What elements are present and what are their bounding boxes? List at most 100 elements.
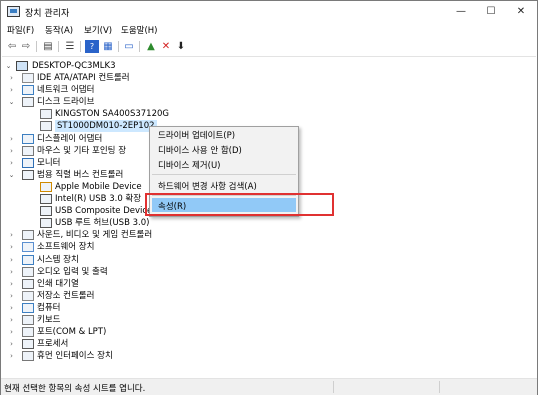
- usb-controller-icon: [22, 169, 34, 180]
- list-icon[interactable]: ☰: [63, 40, 77, 53]
- system-device-icon: [22, 254, 34, 265]
- tree-root-label: DESKTOP-QC3MLK3: [32, 61, 116, 71]
- toolbar-separator: [36, 41, 37, 52]
- expand-chevron-icon[interactable]: ›: [7, 133, 16, 145]
- tree-item-label: IDE ATA/ATAPI 컨트롤러: [37, 73, 130, 83]
- toolbar-separator: [139, 41, 140, 52]
- tree-item-label: 오디오 입력 및 출력: [37, 266, 108, 277]
- add-driver-icon[interactable]: ▲: [144, 40, 158, 53]
- hid-icon: [22, 351, 34, 362]
- toolbar: ⇦ ⇨ ▤ ☰ ? ▦ ▭ ▲ ✕ ⬇: [1, 39, 537, 55]
- minimize-button[interactable]: —: [446, 1, 476, 23]
- expand-chevron-icon[interactable]: ›: [7, 290, 16, 302]
- tree-item-label: Apple Mobile Device: [55, 181, 142, 192]
- printer-icon: [22, 278, 34, 289]
- sound-icon: [22, 230, 34, 241]
- properties-icon[interactable]: ▤: [41, 40, 55, 53]
- computer-icon: [22, 302, 34, 313]
- tree-item-label: 키보드: [37, 315, 61, 325]
- tree-item-label: 모니터: [37, 157, 61, 168]
- close-button[interactable]: ✕: [506, 1, 536, 23]
- uninstall-icon[interactable]: ✕: [159, 40, 173, 53]
- menu-scan-hardware[interactable]: 하드웨어 변경 사항 검색(A): [158, 180, 257, 192]
- tree-item-label: ST1000DM010-2EP102: [55, 120, 157, 133]
- disk-drive-icon: [22, 97, 34, 108]
- expand-chevron-icon[interactable]: ›: [7, 266, 16, 278]
- keyboard-icon: [22, 315, 34, 325]
- tree-item-label: 사운드, 비디오 및 게임 컨트롤러: [37, 230, 153, 241]
- tree-item-label: KINGSTON SA400S37120G: [55, 109, 169, 120]
- tree-item-label: 인쇄 대기열: [37, 278, 79, 289]
- menu-update-driver[interactable]: 드라이버 업데이트(P): [158, 129, 235, 141]
- expand-chevron-icon[interactable]: ›: [7, 254, 16, 266]
- tree-item-label: 컴퓨터: [37, 302, 61, 313]
- device-view-icon[interactable]: ▦: [101, 40, 115, 53]
- expand-chevron-icon[interactable]: ›: [7, 302, 16, 314]
- tree-item-label: 휴먼 인터페이스 장치: [37, 351, 113, 362]
- expand-chevron-icon[interactable]: ›: [7, 350, 16, 362]
- tree-item-label: Intel(R) USB 3.0 확장: [55, 194, 142, 204]
- expand-chevron-icon[interactable]: ›: [7, 145, 16, 157]
- menu-separator: [152, 174, 296, 175]
- tree-item-label: 시스템 장치: [37, 254, 79, 265]
- disk-icon: [40, 109, 52, 120]
- tree-item-label: 저장소 컨트롤러: [37, 290, 95, 301]
- expand-chevron-icon[interactable]: ›: [7, 229, 16, 241]
- menu-bar: 파일(F) 동작(A) 보기(V) 도움말(H): [1, 23, 537, 38]
- tree-item-label: 네트워크 어댑터: [37, 85, 95, 96]
- network-adapter-icon: [22, 85, 34, 96]
- menu-file[interactable]: 파일(F): [7, 24, 34, 36]
- device-manager-icon: [7, 6, 20, 17]
- usb-icon: [40, 206, 52, 217]
- storage-controller-icon: [22, 290, 34, 301]
- collapse-chevron-icon[interactable]: ⌄: [7, 169, 16, 181]
- tree-item-label: 프로세서: [37, 339, 69, 350]
- tree-item-label: USB Composite Device: [55, 206, 153, 217]
- disable-icon[interactable]: ⬇: [174, 40, 188, 53]
- expand-chevron-icon[interactable]: ›: [7, 84, 16, 96]
- forward-arrow-icon[interactable]: ⇨: [19, 40, 33, 53]
- monitor-icon: [22, 157, 34, 168]
- computer-icon: [16, 61, 28, 71]
- warning-device-icon: [40, 181, 52, 192]
- disk-icon: [40, 121, 52, 132]
- software-device-icon: [22, 242, 34, 253]
- collapse-chevron-icon[interactable]: ⌄: [4, 60, 13, 72]
- maximize-button[interactable]: ☐: [476, 1, 506, 23]
- toolbar-separator: [58, 41, 59, 52]
- tree-item-label: USB 루트 허브(USB 3.0): [55, 218, 150, 229]
- usb-icon: [40, 194, 52, 204]
- ide-controller-icon: [22, 73, 34, 83]
- expand-chevron-icon[interactable]: ›: [7, 72, 16, 84]
- title-bar[interactable]: 장치 관리자 — ☐ ✕: [1, 1, 537, 23]
- processor-icon: [22, 339, 34, 350]
- status-divider: [439, 381, 440, 393]
- menu-uninstall-device[interactable]: 디바이스 제거(U): [158, 159, 220, 171]
- menu-help[interactable]: 도움말(H): [121, 24, 157, 36]
- expand-chevron-icon[interactable]: ›: [7, 326, 16, 338]
- tree-item-label: 범용 직렬 버스 컨트롤러: [37, 169, 124, 180]
- expand-chevron-icon[interactable]: ›: [7, 157, 16, 169]
- toolbar-separator: [80, 41, 81, 52]
- back-arrow-icon[interactable]: ⇦: [5, 40, 19, 53]
- help-icon[interactable]: ?: [85, 40, 99, 53]
- audio-icon: [22, 266, 34, 277]
- window-title: 장치 관리자: [25, 9, 70, 19]
- toolbar-separator: [118, 41, 119, 52]
- collapse-chevron-icon[interactable]: ⌄: [7, 96, 16, 108]
- usb-icon: [40, 218, 52, 229]
- status-divider: [333, 381, 334, 393]
- expand-chevron-icon[interactable]: ›: [7, 338, 16, 350]
- expand-chevron-icon[interactable]: ›: [7, 241, 16, 253]
- annotation-highlight-box: [145, 193, 334, 216]
- tree-item-label: 디스크 드라이브: [37, 97, 95, 108]
- tree-item-label: 포트(COM & LPT): [37, 327, 107, 338]
- expand-chevron-icon[interactable]: ›: [7, 278, 16, 290]
- menu-view[interactable]: 보기(V): [84, 24, 112, 36]
- expand-chevron-icon[interactable]: ›: [7, 314, 16, 326]
- menu-disable-device[interactable]: 디바이스 사용 안 함(D): [158, 144, 242, 156]
- status-text: 현재 선택한 항목의 속성 시트를 엽니다.: [4, 384, 146, 394]
- menu-action[interactable]: 동작(A): [45, 24, 73, 36]
- monitor-icon[interactable]: ▭: [122, 40, 136, 53]
- device-tree[interactable]: ⌄ DESKTOP-QC3MLK3 › IDE ATA/ATAPI 컨트롤러 › 네트…: [2, 56, 536, 378]
